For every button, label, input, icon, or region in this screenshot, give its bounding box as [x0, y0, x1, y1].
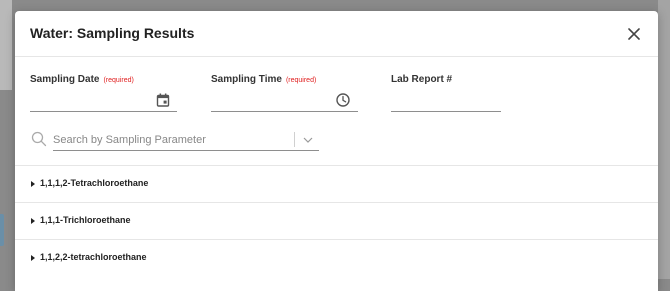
lab-report-label-text: Lab Report # — [391, 74, 453, 85]
sampling-time-label-text: Sampling Time — [211, 74, 282, 85]
sampling-date-label: Sampling Date (required) — [30, 74, 134, 85]
parameter-row[interactable]: 1,1,2,2-tetrachloroethane — [15, 239, 658, 276]
parameter-label: 1,1,2,2-tetrachloroethane — [40, 252, 147, 262]
chevron-down-icon[interactable] — [302, 134, 314, 146]
caret-right-icon — [31, 255, 35, 261]
search-icon — [31, 131, 47, 147]
parameter-row[interactable]: 1,1,1-Trichloroethane — [15, 202, 658, 239]
backdrop-right-strip — [658, 0, 670, 279]
parameter-label: 1,1,1,2-Tetrachloroethane — [40, 178, 149, 188]
lab-report-label: Lab Report # — [391, 74, 452, 85]
search-underline — [53, 150, 319, 151]
parameter-search — [29, 129, 320, 151]
sampling-results-dialog: Water: Sampling Results Sampling Date (re… — [15, 11, 658, 291]
caret-right-icon — [31, 181, 35, 187]
close-icon[interactable] — [628, 28, 640, 40]
backdrop-side-tab — [0, 214, 4, 246]
dialog-header: Water: Sampling Results — [15, 11, 658, 57]
search-separator — [294, 132, 295, 147]
parameter-list: 1,1,1,2-Tetrachloroethane 1,1,1-Trichlor… — [15, 165, 658, 276]
dialog-title: Water: Sampling Results — [30, 25, 195, 41]
parameter-label: 1,1,1-Trichloroethane — [40, 215, 131, 225]
lab-report-input[interactable] — [391, 95, 501, 112]
sampling-time-label: Sampling Time (required) — [211, 74, 316, 85]
sampling-date-label-text: Sampling Date — [30, 74, 100, 85]
caret-right-icon — [31, 218, 35, 224]
parameter-row[interactable]: 1,1,1,2-Tetrachloroethane — [15, 165, 658, 202]
sampling-date-required: (required) — [103, 77, 134, 84]
clock-icon[interactable] — [335, 92, 351, 108]
sampling-time-required: (required) — [285, 77, 317, 84]
calendar-icon[interactable] — [155, 92, 171, 108]
backdrop-left-strip — [0, 0, 12, 90]
parameter-search-input[interactable] — [53, 132, 293, 148]
